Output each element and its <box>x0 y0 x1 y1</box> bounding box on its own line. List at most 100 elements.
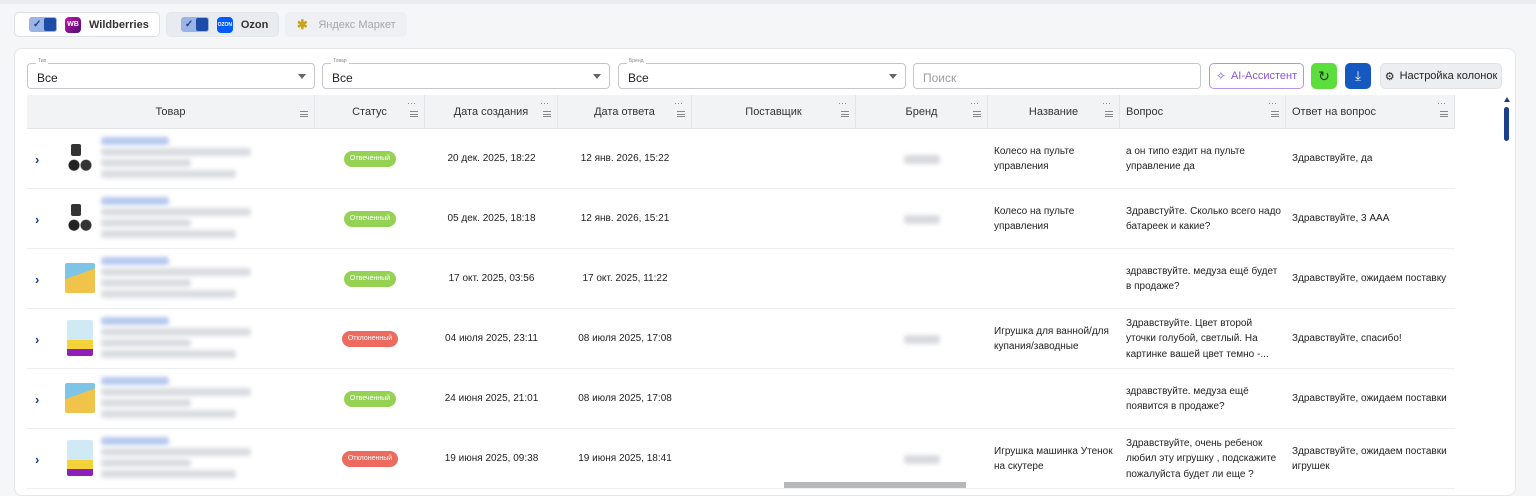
product-name: Игрушка машинка Утенок на скутере <box>994 445 1113 473</box>
ai-assistant-button[interactable]: ✧ AI-Ассистент <box>1209 63 1304 89</box>
download-button[interactable]: ⤓ <box>1345 63 1371 89</box>
status-cell: Отвеченный <box>315 369 425 429</box>
column-menu-icon[interactable] <box>841 111 849 117</box>
brand-cell <box>856 369 988 429</box>
product-thumbnail[interactable] <box>65 140 95 176</box>
marketplace-label: Ozon <box>240 18 269 31</box>
status-cell: Отвеченный <box>315 189 425 249</box>
status-badge: Отвеченный <box>343 150 397 168</box>
vertical-scrollbar[interactable] <box>1503 95 1511 495</box>
question-text: а он типо ездит на пульте управление да <box>1126 145 1245 173</box>
column-header-question[interactable]: Вопрос ··· <box>1120 95 1286 129</box>
yandex-market-logo-icon: ✱ <box>296 16 308 32</box>
column-header-answered[interactable]: Дата ответа ··· <box>558 95 692 129</box>
ai-assistant-label: AI-Ассистент <box>1230 70 1298 82</box>
marketplace-tab-yandex-market[interactable]: ✱ Яндекс Маркет <box>285 12 407 37</box>
column-header-product[interactable]: Товар <box>27 95 315 129</box>
expand-row-icon[interactable]: › <box>35 249 39 309</box>
answer-date: 17 окт. 2025, 11:22 <box>582 273 668 285</box>
column-header-name[interactable]: Название ··· <box>988 95 1120 129</box>
table-row[interactable]: › Отклоненный 04 июля 2025, 23:11 08 июля 2… <box>27 309 1455 369</box>
column-options-icon[interactable]: ··· <box>1102 98 1111 108</box>
column-header-label: Бренд <box>905 106 938 118</box>
search-input[interactable]: Поиск <box>913 63 1201 89</box>
download-icon: ⤓ <box>1355 68 1361 83</box>
expand-row-icon[interactable]: › <box>35 189 39 249</box>
marketplace-label: Яндекс Маркет <box>318 18 396 31</box>
column-header-supplier[interactable]: Поставщик ··· <box>692 95 856 129</box>
scroll-up-icon[interactable] <box>1504 97 1510 102</box>
created-date: 17 окт. 2025, 03:56 <box>448 273 535 285</box>
column-menu-icon[interactable] <box>1271 111 1279 117</box>
wildberries-toggle[interactable]: ✓ <box>29 17 57 32</box>
column-header-label: Дата создания <box>453 106 529 118</box>
column-options-icon[interactable]: ··· <box>970 98 979 108</box>
column-menu-icon[interactable] <box>1440 111 1448 117</box>
expand-row-icon[interactable]: › <box>35 429 39 489</box>
marketplace-label: Wildberries <box>89 18 149 31</box>
table-row[interactable]: › Отвеченный 24 июня 2025, 21:01 08 июля 20… <box>27 369 1455 429</box>
gear-icon: ⚙ <box>1384 70 1395 83</box>
filter-value: Все <box>628 71 649 85</box>
created-date: 20 дек. 2025, 18:22 <box>447 153 536 165</box>
column-header-brand[interactable]: Бренд ··· <box>856 95 988 129</box>
search-placeholder: Поиск <box>923 71 957 85</box>
column-options-icon[interactable]: ··· <box>540 98 549 108</box>
column-header-created[interactable]: Дата создания ··· <box>425 95 558 129</box>
marketplace-tab-ozon[interactable]: ✓ OZON Ozon <box>165 12 280 37</box>
status-badge: Отклоненный <box>341 450 399 468</box>
scrollbar-thumb[interactable] <box>1504 107 1509 141</box>
product-name <box>988 249 1120 309</box>
column-menu-icon[interactable] <box>973 111 981 117</box>
product-thumbnail[interactable] <box>65 383 95 413</box>
expand-row-icon[interactable]: › <box>35 369 39 429</box>
column-options-icon[interactable]: ··· <box>838 98 847 108</box>
column-settings-label: Настройка колонок <box>1399 70 1498 82</box>
answer-date: 12 янв. 2026, 15:21 <box>580 213 670 225</box>
table-row[interactable]: › Отвеченный 17 окт. 2025, 03:56 17 окт. 20… <box>27 249 1455 309</box>
product-thumbnail[interactable] <box>67 320 93 356</box>
brand-redacted <box>904 154 940 164</box>
column-menu-icon[interactable] <box>300 111 308 117</box>
product-thumbnail[interactable] <box>65 200 95 236</box>
column-menu-icon[interactable] <box>1105 111 1113 117</box>
column-options-icon[interactable]: ··· <box>1437 98 1446 108</box>
expand-row-icon[interactable]: › <box>35 129 39 189</box>
expand-row-icon[interactable]: › <box>35 309 39 369</box>
column-menu-icon[interactable] <box>543 111 551 117</box>
product-filter[interactable]: Товар Все <box>322 58 610 89</box>
type-filter[interactable]: Тип Все <box>27 58 315 89</box>
column-header-label: Название <box>1028 106 1079 118</box>
brand-cell <box>856 129 988 189</box>
table-row[interactable]: › Отклоненный 19 июня 2025, 09:38 19 июня 2… <box>27 429 1455 489</box>
ozon-toggle[interactable]: ✓ <box>180 17 209 32</box>
table-row[interactable]: › Отвеченный 05 дек. 2025, 18:18 12 янв. 20… <box>27 189 1455 249</box>
question-text: Здравстуйте. Сколько всего надо батареек… <box>1126 205 1281 233</box>
question-text: здравствуйте. медуза ещё будет в продаже… <box>1126 265 1278 293</box>
answer-date: 08 июля 2025, 17:08 <box>578 333 672 345</box>
filter-label: Тип <box>36 58 49 64</box>
product-info-redacted <box>101 197 251 241</box>
column-header-answer[interactable]: Ответ на вопрос ··· <box>1286 95 1455 129</box>
brand-cell <box>856 249 988 309</box>
answer-date: 12 янв. 2026, 15:22 <box>580 153 670 165</box>
table-row[interactable]: › Отвеченный 20 дек. 2025, 18:22 12 янв. 20… <box>27 129 1455 189</box>
product-thumbnail[interactable] <box>65 263 95 293</box>
product-name: Игрушка для ванной/для купания/заводные <box>994 325 1109 353</box>
product-thumbnail[interactable] <box>67 440 93 476</box>
column-options-icon[interactable]: ··· <box>1268 98 1277 108</box>
column-options-icon[interactable]: ··· <box>674 98 683 108</box>
brand-filter[interactable]: Бренд Все <box>618 58 906 89</box>
brand-cell <box>856 189 988 249</box>
column-settings-button[interactable]: ⚙ Настройка колонок <box>1380 63 1502 89</box>
column-menu-icon[interactable] <box>410 111 418 117</box>
column-header-status[interactable]: Статус ··· <box>315 95 425 129</box>
answer-text: Здравствуйте, да <box>1292 153 1373 165</box>
column-header-label: Ответ на вопрос <box>1292 106 1376 118</box>
refresh-button[interactable]: ↻ <box>1311 63 1337 89</box>
column-options-icon[interactable]: ··· <box>407 98 416 108</box>
column-menu-icon[interactable] <box>677 111 685 117</box>
question-text: здравствуйте. медуза ещё появится в прод… <box>1126 385 1249 413</box>
marketplace-tab-wildberries[interactable]: ✓ WB Wildberries <box>14 12 160 37</box>
answer-text: Здравствуйте, 3 ААА <box>1292 213 1390 225</box>
